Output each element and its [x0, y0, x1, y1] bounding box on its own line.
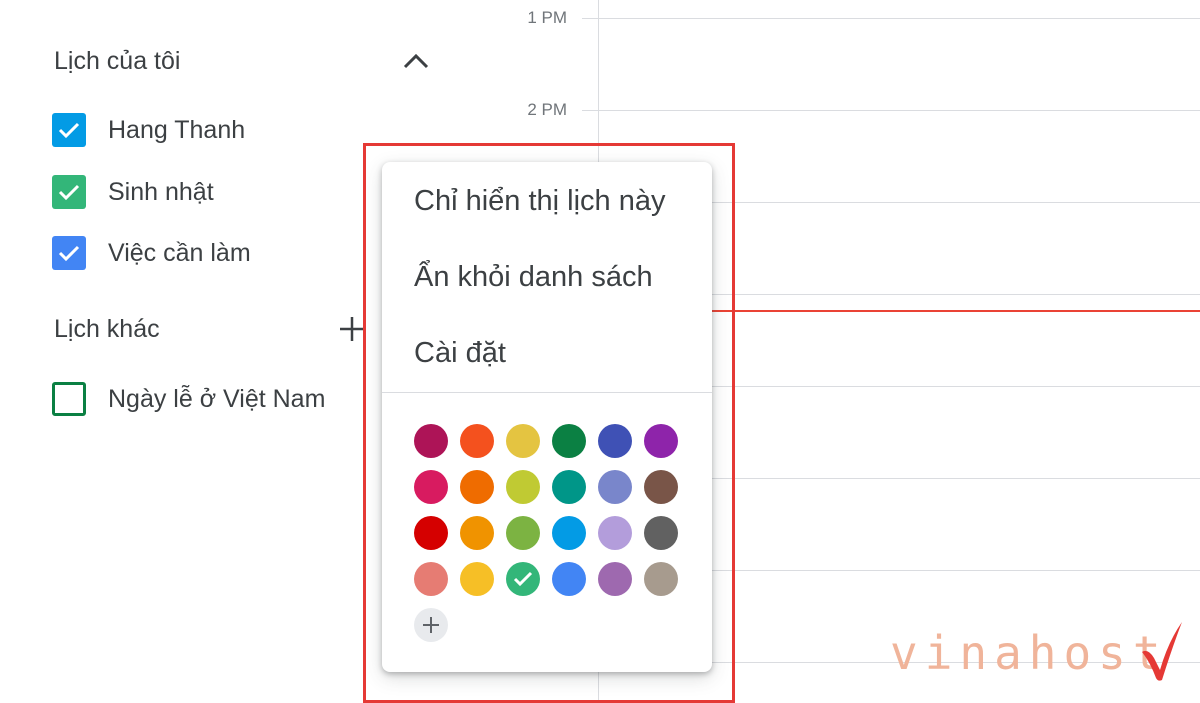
menu-item-label: Chỉ hiển thị lịch này: [414, 184, 666, 217]
color-swatch[interactable]: [506, 470, 540, 504]
calendar-item-hang-thanh[interactable]: Hang Thanh: [52, 113, 245, 147]
time-label-2pm: 2 PM: [527, 100, 567, 119]
color-swatch[interactable]: [644, 424, 678, 458]
menu-divider: [382, 392, 712, 393]
hour-line: [598, 18, 1200, 19]
calendar-label: Việc cần làm: [108, 238, 251, 267]
vinahost-watermark: vinahost: [890, 618, 1190, 688]
my-calendars-title: Lịch của tôi: [54, 47, 181, 75]
calendar-label: Sinh nhật: [108, 177, 214, 206]
color-swatch[interactable]: [460, 470, 494, 504]
color-swatch[interactable]: [552, 562, 586, 596]
color-swatch[interactable]: [460, 516, 494, 550]
checkbox-checked-icon[interactable]: [52, 175, 86, 209]
plus-icon[interactable]: [338, 314, 366, 344]
hour-tick: [582, 18, 598, 19]
current-time-indicator: [712, 310, 1200, 312]
hour-tick: [582, 110, 598, 111]
checkbox-checked-icon[interactable]: [52, 236, 86, 270]
color-swatch[interactable]: [598, 516, 632, 550]
hour-line: [598, 110, 1200, 111]
calendar-item-ngay-le[interactable]: Ngày lễ ở Việt Nam: [52, 382, 325, 416]
color-swatch-selected[interactable]: [506, 562, 540, 596]
color-swatch[interactable]: [598, 470, 632, 504]
color-swatch[interactable]: [460, 424, 494, 458]
other-calendars-title: Lịch khác: [54, 315, 160, 343]
color-swatch[interactable]: [552, 516, 586, 550]
color-swatch[interactable]: [414, 470, 448, 504]
calendar-item-sinh-nhat[interactable]: Sinh nhật: [52, 175, 214, 209]
color-swatch[interactable]: [414, 424, 448, 458]
time-label-1pm: 1 PM: [527, 8, 567, 27]
checkbox-checked-icon[interactable]: [52, 113, 86, 147]
color-swatch[interactable]: [644, 562, 678, 596]
color-swatch[interactable]: [506, 424, 540, 458]
color-swatch[interactable]: [598, 424, 632, 458]
watermark-text: vinahost: [890, 626, 1168, 680]
check-icon: [513, 571, 533, 587]
menu-item-label: Cài đặt: [414, 336, 506, 369]
add-custom-color-button[interactable]: [414, 608, 448, 642]
calendar-item-viec-can-lam[interactable]: Việc cần làm: [52, 236, 251, 270]
color-swatch[interactable]: [414, 516, 448, 550]
color-swatch[interactable]: [506, 516, 540, 550]
color-swatch[interactable]: [414, 562, 448, 596]
calendar-label: Hang Thanh: [108, 115, 246, 144]
color-swatch[interactable]: [644, 516, 678, 550]
menu-item-label: Ẩn khỏi danh sách: [414, 260, 653, 293]
menu-item-display-only-this[interactable]: Chỉ hiển thị lịch này: [382, 164, 712, 238]
chevron-up-icon[interactable]: [398, 46, 434, 76]
color-swatch[interactable]: [460, 562, 494, 596]
color-swatch[interactable]: [552, 470, 586, 504]
checkmark-logo-icon: [1142, 622, 1182, 681]
calendar-label: Ngày lễ ở Việt Nam: [108, 384, 326, 413]
color-swatch[interactable]: [644, 470, 678, 504]
color-swatch[interactable]: [598, 562, 632, 596]
menu-item-settings[interactable]: Cài đặt: [382, 316, 712, 390]
color-swatch[interactable]: [552, 424, 586, 458]
menu-item-hide-from-list[interactable]: Ẩn khỏi danh sách: [382, 240, 712, 314]
checkbox-unchecked-icon[interactable]: [52, 382, 86, 416]
